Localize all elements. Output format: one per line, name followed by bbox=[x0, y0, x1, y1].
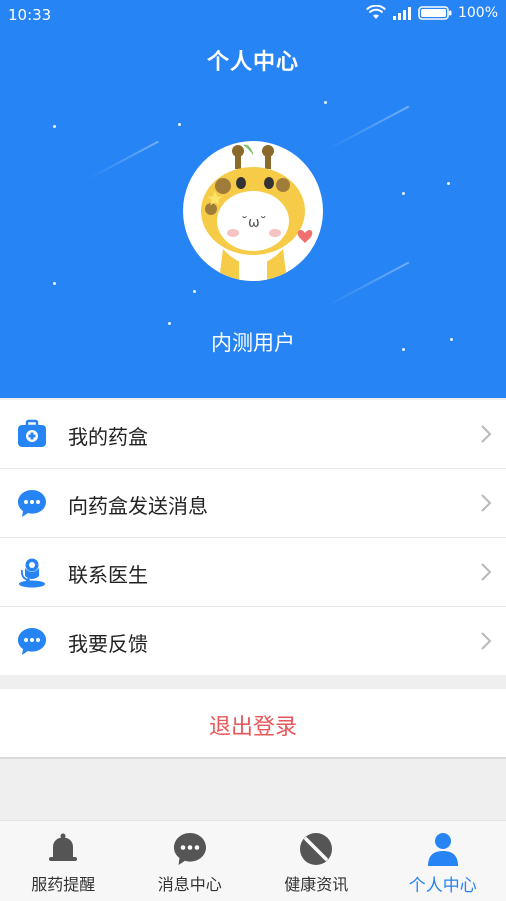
decor-streak bbox=[88, 141, 160, 180]
bell-icon bbox=[45, 831, 81, 867]
signal-icon bbox=[392, 6, 412, 20]
decor-star bbox=[447, 182, 450, 185]
decor-star bbox=[53, 282, 56, 285]
person-icon bbox=[425, 831, 461, 867]
tab-label: 消息中心 bbox=[127, 871, 254, 895]
logout-button[interactable]: 退出登录 bbox=[0, 689, 506, 759]
chevron-right-icon bbox=[480, 424, 492, 444]
menu-item-contact-doctor[interactable]: 联系医生 bbox=[0, 538, 506, 607]
decor-star bbox=[168, 322, 171, 325]
avatar[interactable]: ˘ω˘ bbox=[183, 141, 323, 281]
menu-item-feedback[interactable]: 我要反馈 bbox=[0, 607, 506, 675]
giraffe-cartoon-avatar: ˘ω˘ bbox=[183, 141, 323, 281]
chevron-right-icon bbox=[480, 631, 492, 651]
medicine-box-icon bbox=[16, 418, 48, 450]
decor-streak bbox=[325, 262, 410, 308]
menu-item-my-medicine-box[interactable]: 我的药盒 bbox=[0, 400, 506, 469]
news-icon bbox=[298, 831, 334, 867]
profile-header: 10:33 100% 个人中心 bbox=[0, 0, 506, 398]
tab-personal-center[interactable]: 个人中心 bbox=[380, 821, 506, 901]
bottom-tab-bar: 服药提醒 消息中心 健康资讯 个人中心 bbox=[0, 820, 506, 901]
status-time: 10:33 bbox=[8, 6, 51, 24]
decor-star bbox=[402, 192, 405, 195]
decor-star bbox=[193, 290, 196, 293]
svg-text:˘ω˘: ˘ω˘ bbox=[241, 215, 267, 231]
battery-percent: 100% bbox=[458, 5, 498, 21]
profile-menu: 我的药盒 向药盒发送消息 联系医生 bbox=[0, 400, 506, 675]
status-bar: 10:33 100% bbox=[0, 0, 506, 30]
menu-item-label: 我要反馈 bbox=[68, 628, 148, 657]
chat-bubble-icon bbox=[16, 487, 48, 519]
tab-health-news[interactable]: 健康资讯 bbox=[253, 821, 380, 901]
wifi-icon bbox=[366, 5, 386, 21]
battery-icon bbox=[418, 6, 452, 20]
page-title: 个人中心 bbox=[0, 44, 506, 76]
status-indicators: 100% bbox=[366, 5, 498, 21]
tab-label: 健康资讯 bbox=[253, 871, 380, 895]
logout-label: 退出登录 bbox=[209, 709, 297, 741]
menu-item-label: 我的药盒 bbox=[68, 421, 148, 450]
decor-streak bbox=[325, 106, 410, 152]
doctor-icon bbox=[16, 556, 48, 588]
decor-star bbox=[53, 125, 56, 128]
tab-message-center[interactable]: 消息中心 bbox=[127, 821, 254, 901]
username: 内测用户 bbox=[0, 327, 506, 357]
menu-item-send-message[interactable]: 向药盒发送消息 bbox=[0, 469, 506, 538]
feedback-bubble-icon bbox=[16, 625, 48, 657]
menu-item-label: 联系医生 bbox=[68, 559, 148, 588]
chevron-right-icon bbox=[480, 562, 492, 582]
decor-star bbox=[178, 123, 181, 126]
tab-medication-reminder[interactable]: 服药提醒 bbox=[0, 821, 127, 901]
decor-star bbox=[324, 101, 327, 104]
chevron-right-icon bbox=[480, 493, 492, 513]
message-icon bbox=[172, 831, 208, 867]
menu-item-label: 向药盒发送消息 bbox=[68, 490, 208, 519]
tab-label: 个人中心 bbox=[380, 871, 506, 896]
tab-label: 服药提醒 bbox=[0, 871, 127, 895]
